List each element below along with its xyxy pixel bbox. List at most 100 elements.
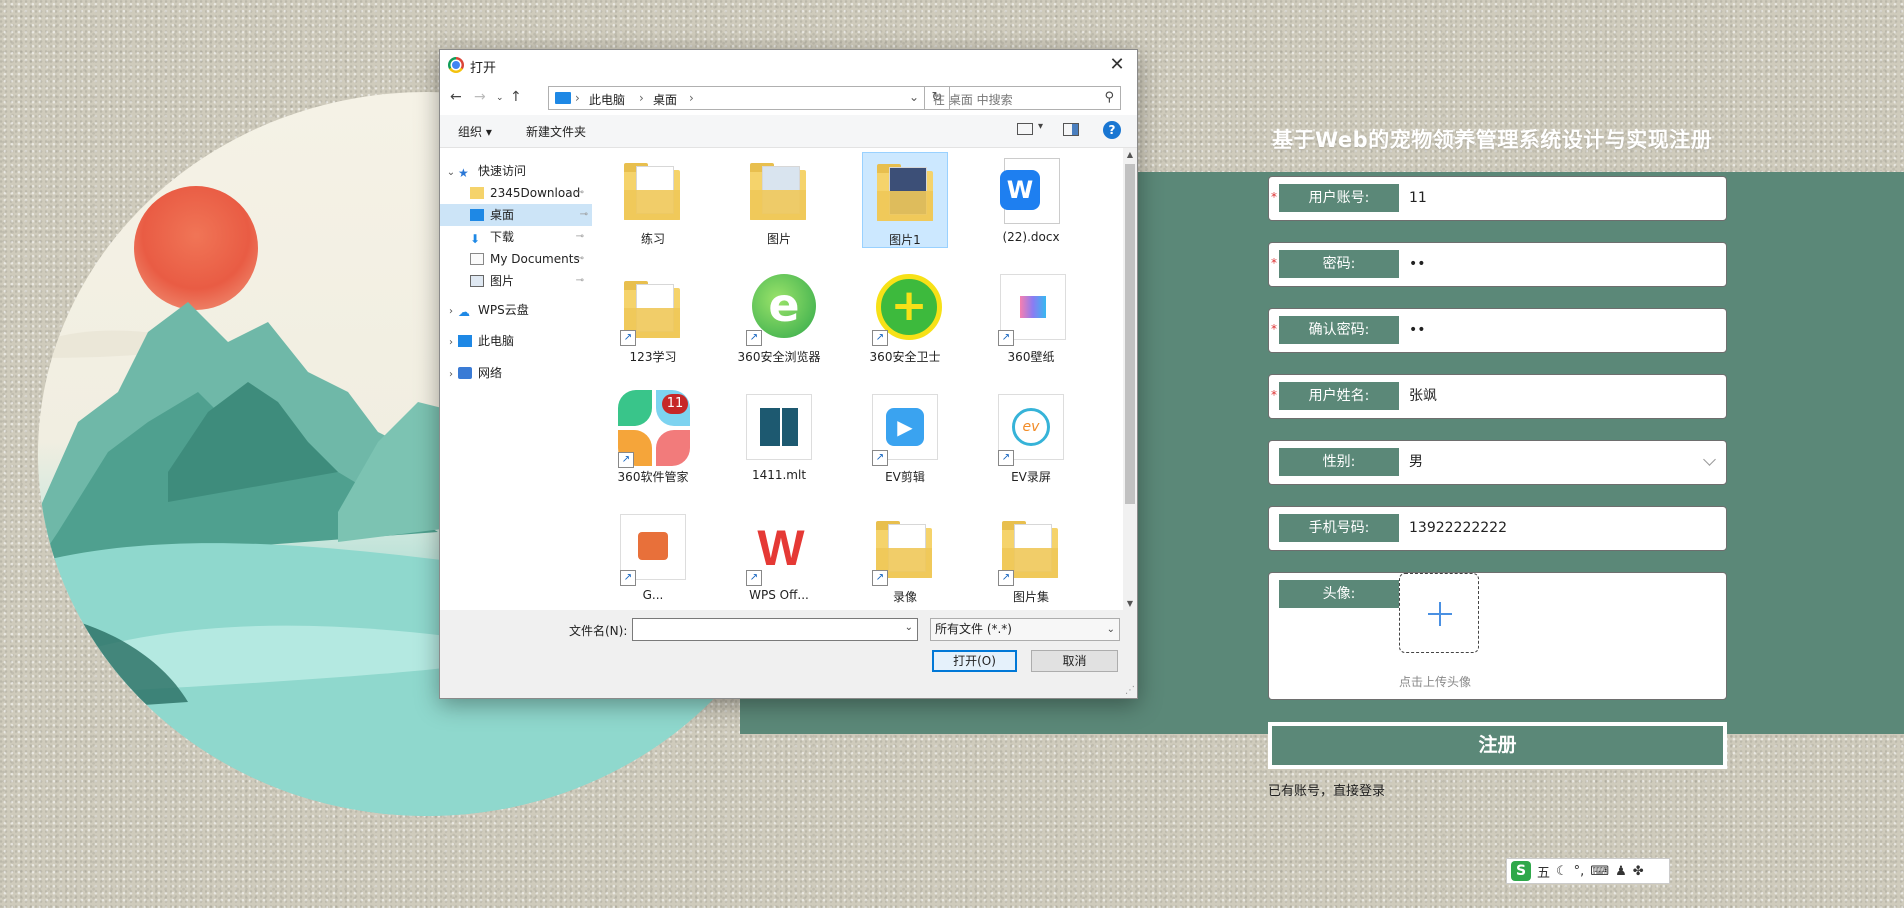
preview-pane-icon[interactable]: [1063, 123, 1079, 136]
tree-item-this-pc[interactable]: › 此电脑: [444, 330, 590, 352]
user-icon[interactable]: ♟: [1615, 864, 1627, 879]
tree-item-network[interactable]: › 网络: [444, 362, 590, 384]
file-item[interactable]: 练习: [610, 152, 696, 248]
tree-item-pictures[interactable]: 图片 ⊸: [470, 270, 588, 292]
tree-item-quick-access[interactable]: ⌄ ★ 快速访问: [444, 160, 590, 182]
file-item[interactable]: 1411.mlt: [736, 390, 822, 486]
file-item[interactable]: W (22).docx: [988, 152, 1074, 248]
folder-icon: [877, 164, 933, 221]
view-dropdown-icon[interactable]: ▾: [1038, 121, 1043, 132]
file-item-selected[interactable]: 图片1: [862, 152, 948, 248]
file-open-dialog: 打开 ✕ ← → ⌄ ↑ › 此电脑 › 桌面 › ⌄ ↻ 在 桌面 中搜索 ⚲…: [439, 49, 1138, 699]
name-field[interactable]: * 用户姓名: 张飒: [1268, 374, 1727, 419]
tree-item-my-documents[interactable]: My Documents ⊸: [470, 248, 588, 270]
pin-icon: ⊸: [575, 253, 584, 264]
register-button[interactable]: 注册: [1268, 722, 1727, 769]
filename-input[interactable]: ⌄: [632, 618, 918, 641]
file-grid: 练习 图片 图片1 W (22).docx ↗ 123学习 e ↗ 360安全浏…: [610, 150, 1100, 608]
moon-icon[interactable]: ☾: [1556, 864, 1568, 879]
tree-item-downloads[interactable]: ⬇ 下载 ⊸: [470, 226, 588, 248]
chevron-right-icon[interactable]: ›: [444, 332, 458, 354]
scrollbar-thumb[interactable]: [1125, 164, 1135, 504]
required-mark: *: [1271, 388, 1277, 402]
help-icon[interactable]: ?: [1103, 121, 1121, 139]
phone-input[interactable]: 13922222222: [1409, 507, 1507, 550]
punctuation-icon[interactable]: °,: [1574, 864, 1585, 879]
filetype-select[interactable]: 所有文件 (*.*) ⌄: [930, 618, 1120, 641]
new-folder-button[interactable]: 新建文件夹: [526, 123, 586, 140]
required-mark: *: [1271, 190, 1277, 204]
dialog-title: 打开: [470, 61, 497, 76]
shortcut-arrow-icon: ↗: [746, 570, 762, 586]
resize-grip-icon[interactable]: ⋰: [1125, 685, 1135, 696]
gender-value[interactable]: 男: [1409, 441, 1423, 484]
breadcrumb-desktop[interactable]: 桌面: [653, 91, 677, 108]
open-button[interactable]: 打开(O): [932, 650, 1017, 672]
file-item[interactable]: ▶ ↗ EV剪辑: [862, 390, 948, 486]
gender-select[interactable]: 性别: 男: [1268, 440, 1727, 485]
download-icon: ⬇: [470, 232, 481, 246]
file-item[interactable]: 图片: [736, 152, 822, 248]
apps-icon[interactable]: ✤: [1633, 864, 1644, 879]
account-field[interactable]: * 用户账号: 11: [1268, 176, 1727, 221]
ime-toolbar[interactable]: S 五 ☾ °, ⌨ ♟ ✤: [1506, 858, 1670, 884]
chevron-down-icon[interactable]: ⌄: [444, 162, 458, 184]
360-wallpaper-icon: [1020, 296, 1046, 318]
confirm-password-input[interactable]: ••: [1409, 309, 1426, 352]
file-item[interactable]: ↗ 123学习: [610, 270, 696, 366]
keyboard-icon[interactable]: ⌨: [1590, 864, 1609, 879]
desktop-icon: [470, 209, 484, 221]
file-item[interactable]: 11 ↗ 360软件管家: [610, 390, 696, 486]
chevron-down-icon[interactable]: ⌄: [909, 90, 919, 104]
required-mark: *: [1271, 322, 1277, 336]
login-link[interactable]: 已有账号，直接登录: [1268, 780, 1385, 799]
scroll-down-icon[interactable]: ▼: [1123, 599, 1137, 608]
forward-arrow-icon[interactable]: →: [474, 89, 486, 105]
dialog-toolbar: 组织 ▾ 新建文件夹 ▾ ?: [440, 115, 1137, 148]
close-button[interactable]: ✕: [1097, 50, 1137, 80]
address-bar[interactable]: › 此电脑 › 桌面 › ⌄ ↻: [548, 86, 950, 110]
file-item[interactable]: ↗ 录像: [862, 510, 948, 606]
vertical-scrollbar[interactable]: ▲ ▼: [1123, 148, 1137, 610]
name-input[interactable]: 张飒: [1409, 375, 1437, 418]
tree-item-desktop[interactable]: 桌面 ⊸: [440, 204, 592, 226]
sogou-ime-icon[interactable]: S: [1511, 861, 1531, 881]
confirm-password-field[interactable]: * 确认密码: ••: [1268, 308, 1727, 353]
cancel-button[interactable]: 取消: [1031, 650, 1118, 672]
organize-menu[interactable]: 组织 ▾: [458, 123, 492, 140]
breadcrumb-this-pc[interactable]: 此电脑: [589, 91, 625, 108]
chevron-right-icon[interactable]: ›: [444, 301, 458, 323]
shortcut-arrow-icon: ↗: [872, 450, 888, 466]
account-input[interactable]: 11: [1409, 177, 1427, 220]
phone-field[interactable]: 手机号码: 13922222222: [1268, 506, 1727, 551]
search-placeholder: 在 桌面 中搜索: [933, 93, 1013, 107]
file-item[interactable]: + ↗ 360安全卫士: [862, 270, 948, 366]
password-field[interactable]: * 密码: ••: [1268, 242, 1727, 287]
required-mark: *: [1271, 256, 1277, 270]
up-arrow-icon[interactable]: ↑: [510, 89, 522, 105]
shortcut-arrow-icon: ↗: [618, 452, 634, 468]
shortcut-arrow-icon: ↗: [998, 450, 1014, 466]
file-item[interactable]: W ↗ WPS Off...: [736, 510, 822, 606]
scroll-up-icon[interactable]: ▲: [1123, 150, 1137, 159]
computer-icon: [555, 92, 571, 104]
file-item[interactable]: e ↗ 360安全浏览器: [736, 270, 822, 366]
ime-mode-label[interactable]: 五: [1537, 862, 1550, 881]
file-item[interactable]: ↗ 图片集: [988, 510, 1074, 606]
password-input[interactable]: ••: [1409, 243, 1426, 286]
tree-item-wps-cloud[interactable]: › ☁ WPS云盘: [444, 299, 590, 321]
file-item[interactable]: ↗ 360壁纸: [988, 270, 1074, 366]
star-icon: ★: [458, 166, 469, 180]
file-item[interactable]: ↗ G...: [610, 510, 696, 606]
recent-dropdown-icon[interactable]: ⌄: [496, 93, 504, 103]
view-options-icon[interactable]: [1017, 123, 1033, 135]
search-input[interactable]: 在 桌面 中搜索 ⚲: [924, 86, 1121, 110]
ev-recorder-icon: ev: [1012, 408, 1050, 446]
chevron-right-icon[interactable]: ›: [444, 364, 458, 386]
tree-item-2345download[interactable]: 2345Download ⊸: [470, 182, 588, 204]
avatar-upload-button[interactable]: [1399, 573, 1479, 653]
pin-icon: ⊸: [575, 231, 584, 242]
chevron-down-icon[interactable]: ⌄: [905, 622, 913, 633]
file-item[interactable]: ev ↗ EV录屏: [988, 390, 1074, 486]
back-arrow-icon[interactable]: ←: [450, 89, 462, 105]
